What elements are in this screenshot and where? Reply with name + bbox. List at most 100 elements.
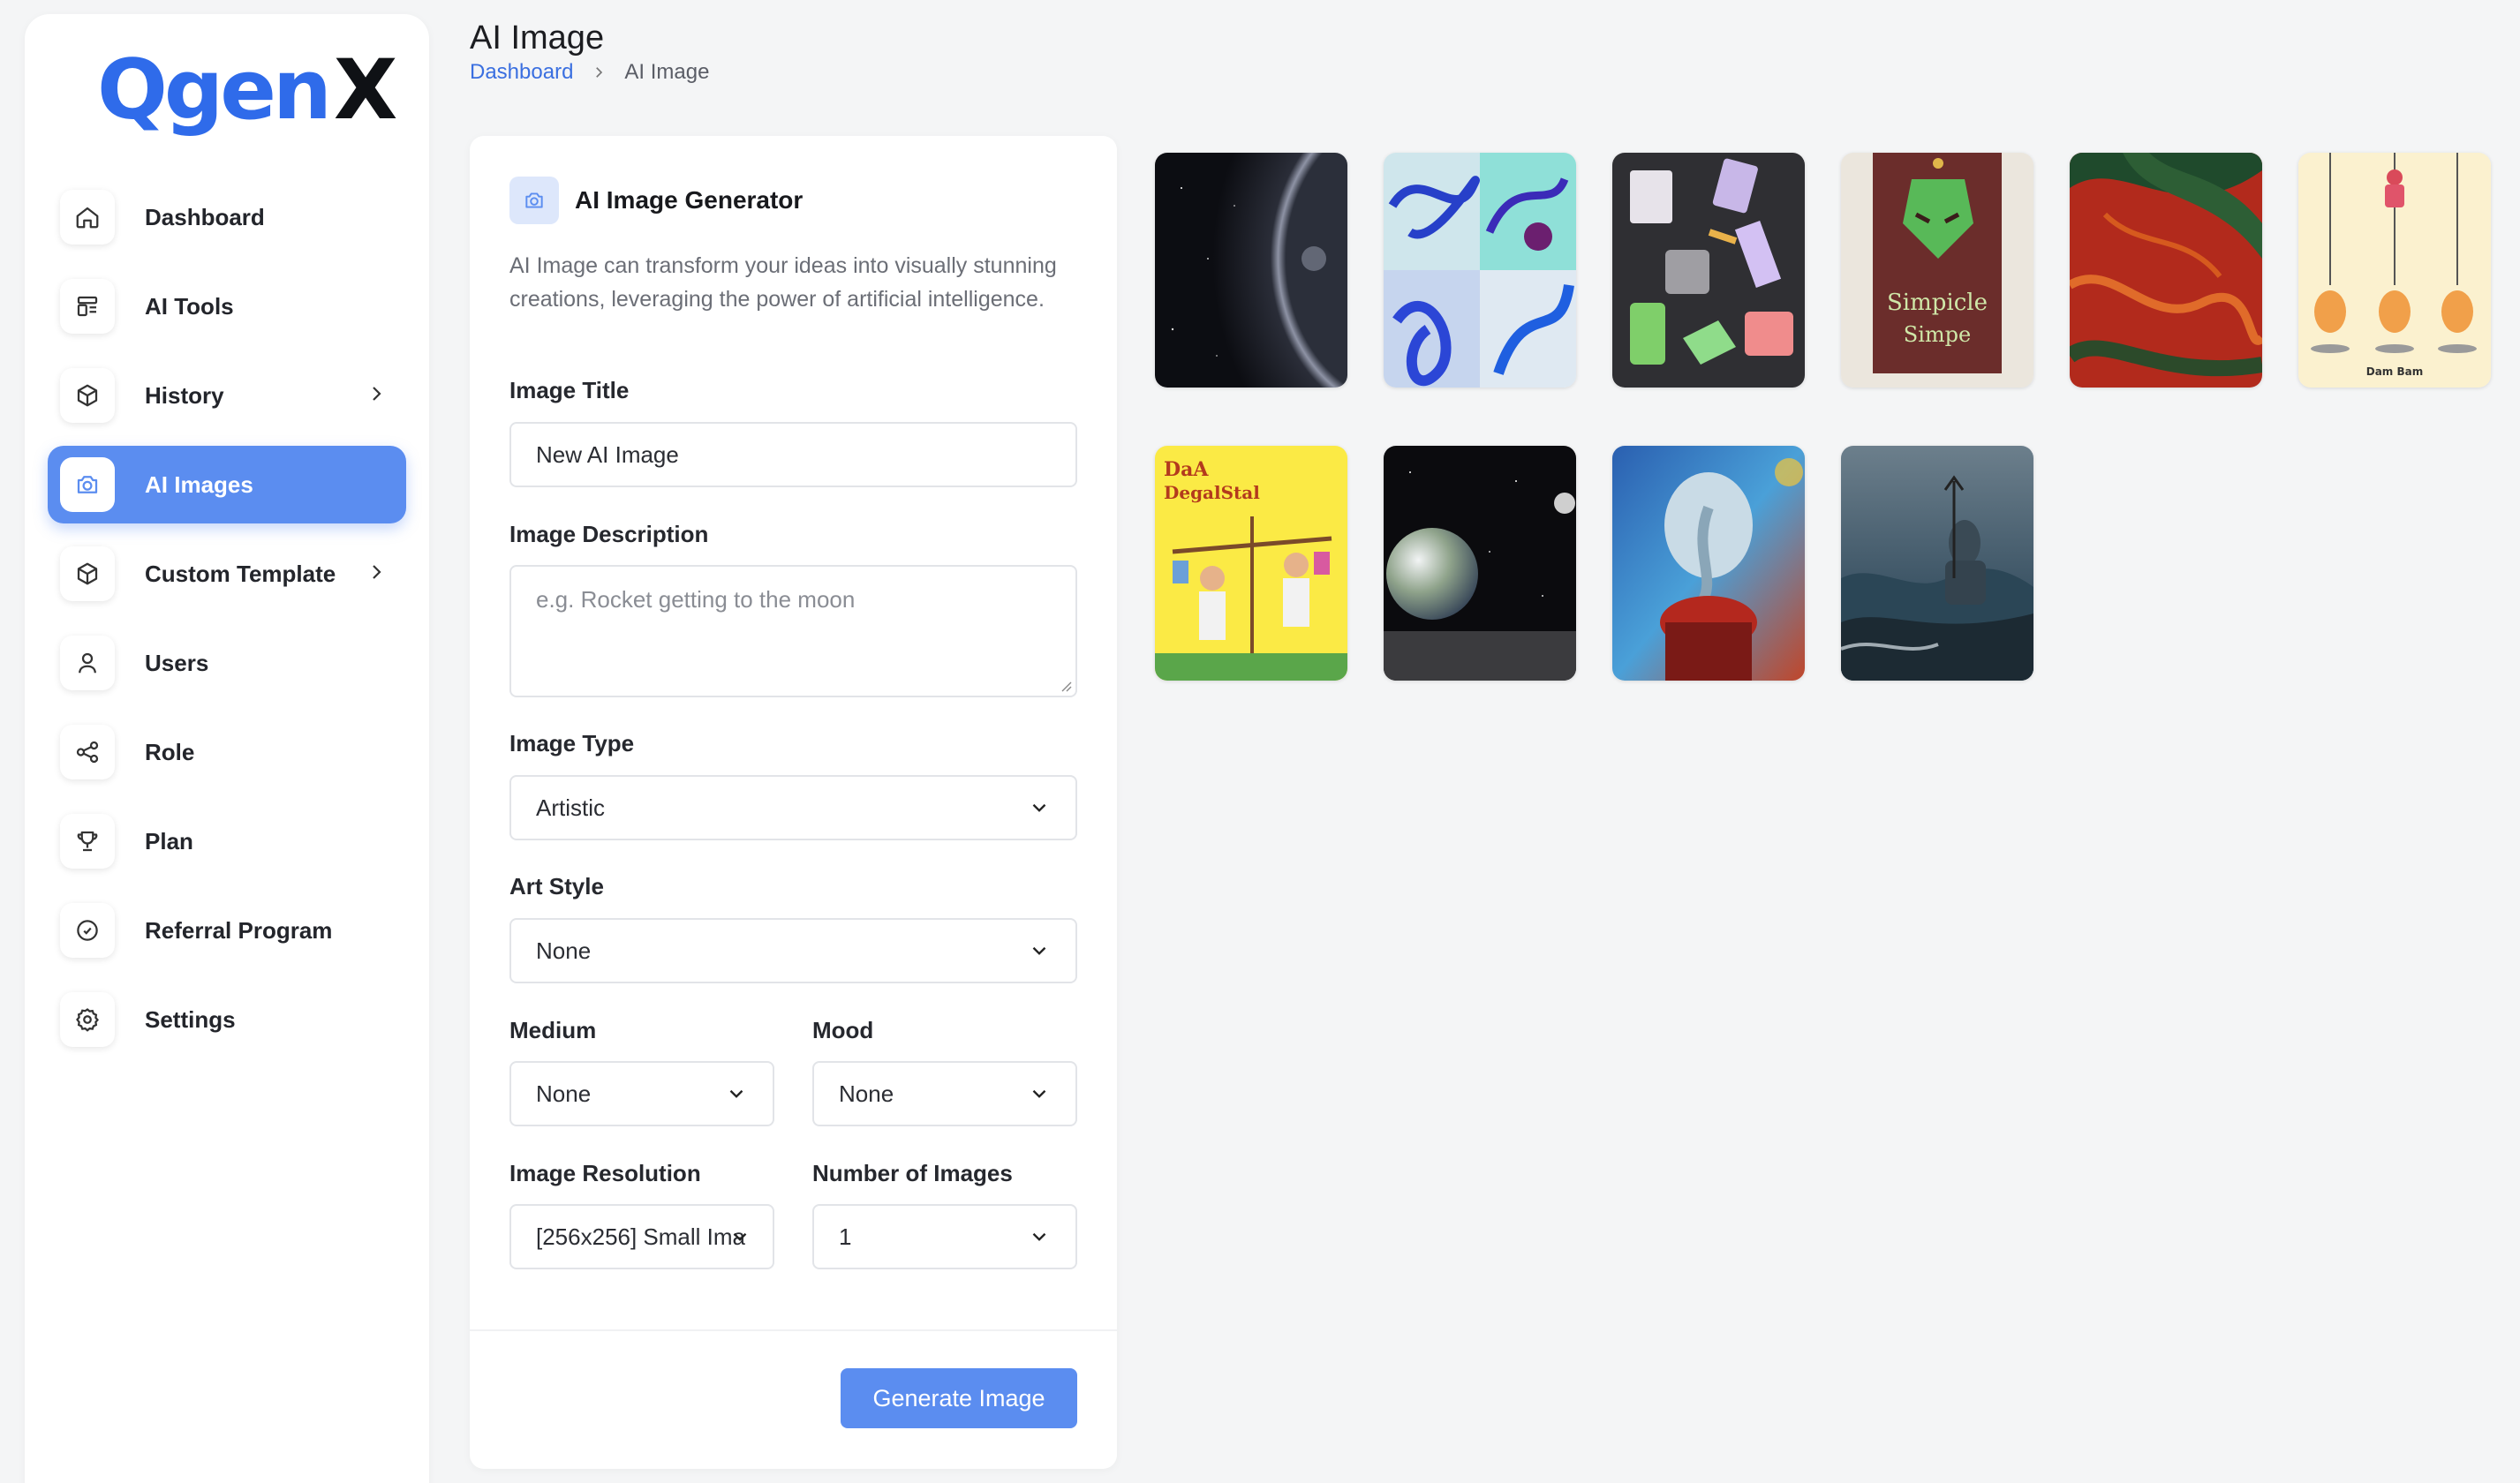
- sidebar-item-label: Dashboard: [145, 203, 265, 230]
- chevron-right-icon: [373, 565, 381, 579]
- camera-icon: [60, 457, 115, 512]
- medium-label: Medium: [509, 1017, 597, 1043]
- card-footer-divider: [470, 1329, 1117, 1331]
- image-resolution-label: Image Resolution: [509, 1160, 701, 1186]
- sidebar-nav: Dashboard AI Tools History AI Images Cus…: [48, 178, 406, 1070]
- cartoon-carriers-image: DaA DegalStal: [1155, 446, 1347, 681]
- image-type-label: Image Type: [509, 730, 635, 757]
- pots-caption: Dam Bam: [2366, 365, 2424, 378]
- camera-icon: [509, 177, 559, 224]
- cube-icon: [60, 368, 115, 423]
- gallery-image-7[interactable]: DaA DegalStal: [1155, 446, 1347, 681]
- gear-icon: [60, 992, 115, 1047]
- sidebar-item-history[interactable]: History: [48, 357, 406, 434]
- ai-image-generator-card: AI Image Generator AI Image can transfor…: [470, 136, 1117, 1469]
- image-title-input[interactable]: New AI Image: [509, 422, 1077, 487]
- earth-moon-image: [1384, 446, 1576, 681]
- medium-select[interactable]: None: [509, 1061, 774, 1126]
- badge-icon: [60, 903, 115, 958]
- gallery-image-9[interactable]: [1612, 446, 1805, 681]
- sidebar-item-label: Role: [145, 738, 195, 765]
- blue-liquid-image: [1384, 153, 1576, 388]
- gallery-image-1[interactable]: [1155, 153, 1347, 388]
- image-title-label: Image Title: [509, 377, 630, 403]
- chevron-down-icon: [1032, 946, 1046, 955]
- chevron-down-icon: [729, 1089, 743, 1098]
- image-resolution-value: [256x256] Small Image: [536, 1223, 746, 1250]
- sidebar-item-users[interactable]: Users: [48, 624, 406, 702]
- logo-text-secondary: X: [333, 41, 398, 139]
- sidebar-item-label: Users: [145, 649, 209, 676]
- home-icon: [60, 190, 115, 245]
- share-icon: [60, 725, 115, 779]
- sidebar-item-label: Plan: [145, 827, 193, 854]
- gallery-image-8[interactable]: [1384, 446, 1576, 681]
- sidebar-item-label: AI Images: [145, 470, 253, 498]
- poster-caption-line2: Simpe: [1904, 322, 1971, 347]
- mood-label: Mood: [812, 1017, 874, 1043]
- sidebar-item-label: Referral Program: [145, 916, 333, 944]
- image-description-placeholder: e.g. Rocket getting to the moon: [536, 586, 856, 613]
- image-type-select[interactable]: Artistic: [509, 775, 1077, 840]
- chevron-right-icon: [596, 67, 603, 78]
- gallery-image-5[interactable]: [2070, 153, 2262, 388]
- red-green-marble-image: [2070, 153, 2262, 388]
- number-of-images-select[interactable]: 1: [812, 1204, 1077, 1269]
- number-of-images-label: Number of Images: [812, 1160, 1013, 1186]
- image-resolution-select[interactable]: [256x256] Small Image: [509, 1204, 774, 1269]
- space-planet-image: [1155, 153, 1347, 388]
- shiva-ocean-image: [1841, 446, 2033, 681]
- image-title-value: New AI Image: [536, 440, 679, 468]
- sidebar-item-plan[interactable]: Plan: [48, 802, 406, 880]
- sidebar-item-ai-images[interactable]: AI Images: [48, 446, 406, 523]
- gallery-image-6[interactable]: Dam Bam: [2298, 153, 2491, 388]
- breadcrumb: Dashboard AI Image: [470, 60, 709, 85]
- ganesha-idol-image: [1612, 446, 1805, 681]
- sidebar-item-ai-tools[interactable]: AI Tools: [48, 267, 406, 345]
- art-style-select[interactable]: None: [509, 918, 1077, 983]
- logo-text-primary: Qgen: [97, 41, 332, 139]
- sidebar: Qgen X Dashboard AI Tools History AI Ima…: [25, 14, 429, 1483]
- sidebar-item-label: AI Tools: [145, 292, 234, 320]
- cartoon-caption-line1: DaA: [1164, 458, 1209, 481]
- card-title: AI Image Generator: [575, 186, 804, 214]
- sidebar-item-label: History: [145, 381, 224, 409]
- card-header: AI Image Generator: [509, 177, 803, 224]
- sidebar-item-dashboard[interactable]: Dashboard: [48, 178, 406, 256]
- sidebar-item-label: Settings: [145, 1005, 236, 1033]
- number-of-images-value: 1: [839, 1223, 852, 1250]
- card-description: AI Image can transform your ideas into v…: [509, 253, 1057, 312]
- sidebar-item-referral-program[interactable]: Referral Program: [48, 892, 406, 969]
- sidebar-item-custom-template[interactable]: Custom Template: [48, 535, 406, 613]
- art-style-value: None: [536, 937, 592, 964]
- cube-icon: [60, 546, 115, 601]
- breadcrumb-dashboard-link[interactable]: Dashboard: [470, 60, 573, 85]
- sidebar-item-role[interactable]: Role: [48, 713, 406, 791]
- mood-value: None: [839, 1080, 894, 1107]
- resize-handle-icon[interactable]: [1058, 678, 1072, 692]
- art-style-label: Art Style: [509, 873, 604, 900]
- hanging-pots-image: Dam Bam: [2298, 153, 2491, 388]
- image-description-label: Image Description: [509, 521, 709, 547]
- cartoon-caption-line2: DegalStal: [1164, 482, 1260, 503]
- sidebar-item-settings[interactable]: Settings: [48, 981, 406, 1058]
- gallery-image-4[interactable]: Simpicle Simpe: [1841, 153, 2033, 388]
- stationery-doodles-image: [1612, 153, 1805, 388]
- chevron-down-icon: [1032, 1089, 1046, 1098]
- sidebar-item-label: Custom Template: [145, 560, 336, 587]
- poster-caption-line1: Simpicle: [1887, 290, 1988, 316]
- generate-image-button[interactable]: Generate Image: [841, 1368, 1077, 1428]
- gallery-image-3[interactable]: [1612, 153, 1805, 388]
- user-icon: [60, 636, 115, 690]
- image-description-textarea[interactable]: e.g. Rocket getting to the moon: [509, 565, 1077, 697]
- page-title: AI Image: [470, 19, 605, 56]
- chevron-down-icon: [733, 1232, 747, 1241]
- chevron-down-icon: [1032, 1232, 1046, 1241]
- qgenx-logo[interactable]: Qgen X: [97, 42, 397, 139]
- breadcrumb-current: AI Image: [624, 60, 710, 84]
- tools-icon: [60, 279, 115, 334]
- gallery-image-2[interactable]: [1384, 153, 1576, 388]
- mood-select[interactable]: None: [812, 1061, 1077, 1126]
- image-type-value: Artistic: [536, 794, 605, 821]
- gallery-image-10[interactable]: [1841, 446, 2033, 681]
